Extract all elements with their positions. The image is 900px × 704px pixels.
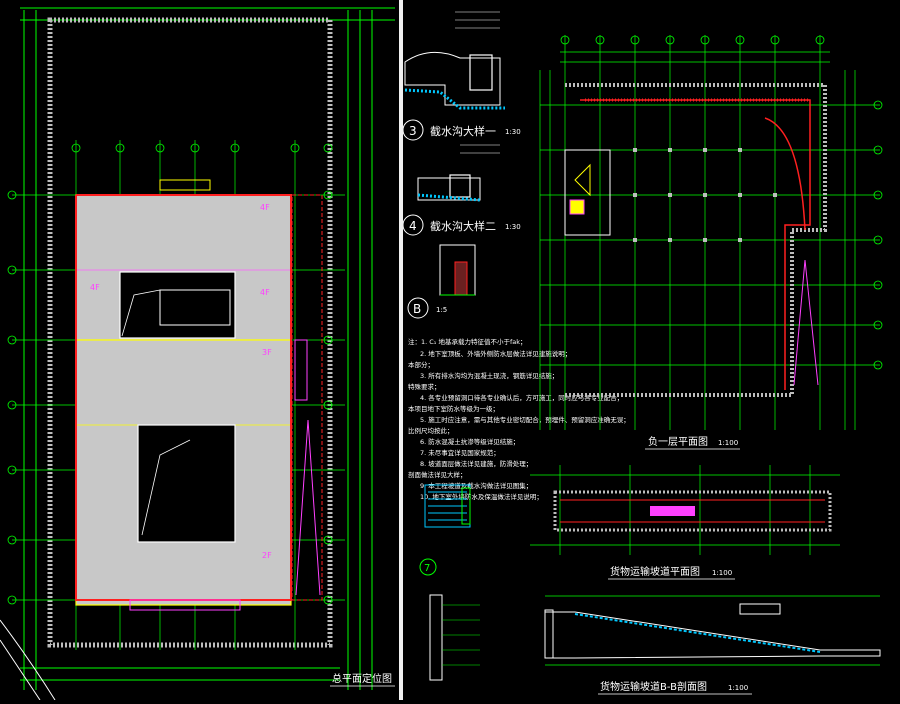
note-line-9: 比例尺均按此； [408,426,454,435]
detail-b-scale: 1:5 [436,306,447,314]
note-line-1: 注：1. C₁ 地基承载力特征值不小于fak； [408,337,527,346]
courtyard-lower [137,424,236,543]
detail-4-number: 4 [409,219,417,233]
ramp-plan-title: 货物运输坡道平面图 [610,565,700,578]
note-line-15: 10. 地下室外墙防水及保温做法详见说明； [420,492,543,501]
note-line-13: 剖面做法详见大样； [408,470,467,479]
note-line-7: 本项目地下室防水等级为一级； [408,404,499,413]
floor-label-1: 4F [260,203,270,212]
note-line-8: 5. 施工时应注意，需与其他专业密切配合，预埋件、预留洞应准确无误； [420,415,630,424]
note-line-6: 4. 各专业预留洞口待各专业确认后，方可施工，同时应与各专业配合； [420,393,623,402]
note-line-4: 3. 所有排水沟均为混凝土现浇，钢筋详见结施； [420,371,558,380]
note-line-5: 特殊要求； [408,382,441,391]
detail-4-title: 截水沟大样二 [430,219,496,233]
site-plan-title: 总平面定位图 [332,672,392,685]
floor-label-3: 4F [260,288,270,297]
sheet-divider [399,0,403,700]
detail-7-number: 7 [424,563,430,574]
note-line-10: 6. 防水混凝土抗渗等级详见结施； [420,437,519,446]
cad-drawing-sheet: 4F 4F 4F 3F 2F 总平面定位图 3 截水沟大样一 1:30 4 截水… [0,0,900,701]
ramp-section-title: 货物运输坡道B-B剖面图 [600,680,707,693]
detail-3-number: 3 [409,124,417,138]
drawing-svg: 4F 4F 4F 3F 2F 总平面定位图 3 截水沟大样一 1:30 4 截水… [0,0,900,701]
ramp-plan-label-box [650,506,695,516]
elevator [569,199,585,215]
basement-scale: 1:100 [718,439,738,447]
ramp-section-scale: 1:100 [728,684,748,692]
note-line-11: 7. 未尽事宜详见国家规范； [420,448,500,457]
courtyard-upper [119,271,236,339]
detail-b-number: B [413,302,421,316]
detail-3-title: 截水沟大样一 [430,124,496,138]
floor-label-5: 2F [262,551,272,560]
note-line-3: 本部分； [408,360,434,369]
ramp-plan-scale: 1:100 [712,569,732,577]
detail-3-scale: 1:30 [505,128,521,136]
basement-title: 负一层平面图 [648,435,708,448]
note-line-12: 8. 坡道面层做法详见建施，防滑处理； [420,459,532,468]
floor-label-4: 3F [262,348,272,357]
detail-4-scale: 1:30 [505,223,521,231]
floor-label-2: 4F [90,283,100,292]
note-line-2: 2. 地下室顶板、外墙外侧防水层做法详见建施说明； [420,349,571,358]
